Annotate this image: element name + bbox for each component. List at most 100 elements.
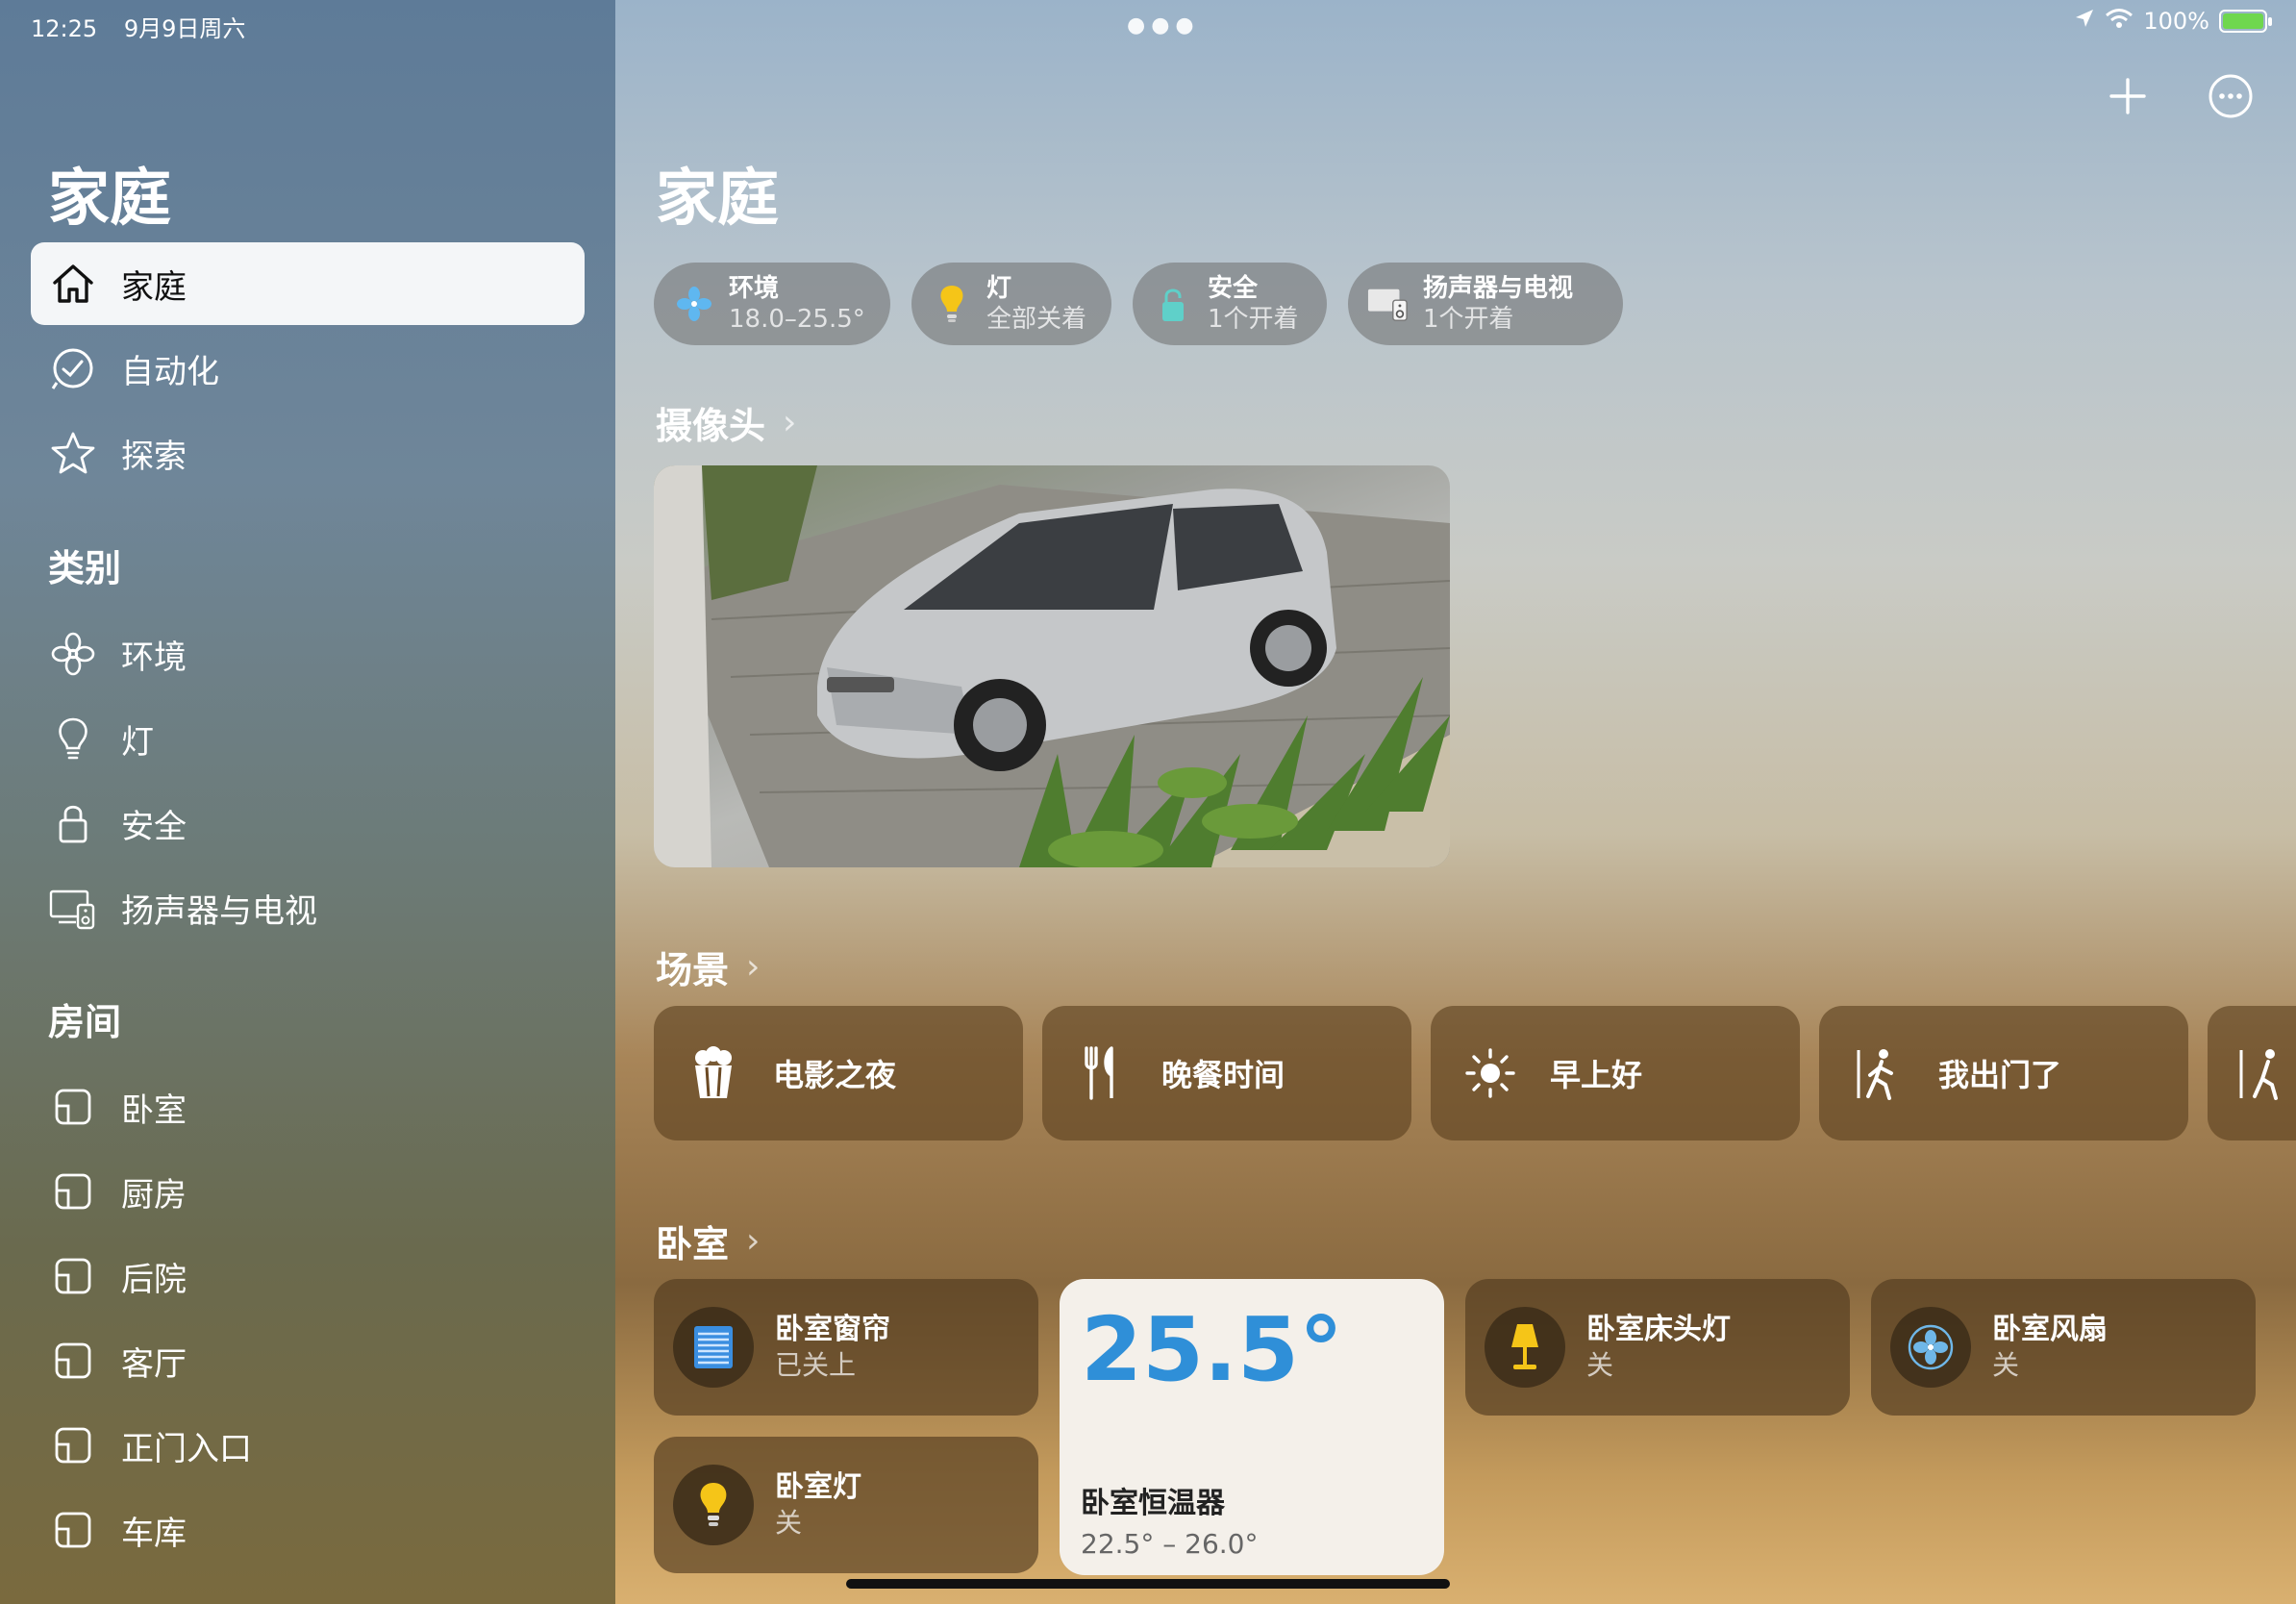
sidebar-item-label: 探索 [121,437,187,476]
sidebar-item-room-garage[interactable]: 车库 [31,1489,585,1571]
scene-label: 我出门了 [1938,1057,2062,1093]
sidebar-item-room-backyard[interactable]: 后院 [31,1235,585,1317]
section-title: 摄像头 [656,405,766,447]
chip-title: 安全 [1208,274,1259,303]
more-button[interactable] [2202,67,2259,125]
tile-name: 卧室床头灯 [1586,1313,1731,1346]
sidebar-item-label: 环境 [121,638,187,677]
bedroom-section-header[interactable]: 卧室 › [656,1215,760,1267]
chip-title: 灯 [986,274,1012,303]
sidebar-item-label: 家庭 [121,267,187,307]
cameras-section-header[interactable]: 摄像头 › [656,396,796,449]
battery-percent: 100% [2143,8,2209,35]
speaker-tv-icon [46,881,100,935]
sidebar-item-speakers-tv[interactable]: 扬声器与电视 [31,866,585,949]
status-time: 12:25 [31,15,98,42]
rooms-heading: 房间 [48,1001,122,1043]
scene-movie-night[interactable]: 电影之夜 [654,1006,1023,1140]
plus-icon [2109,78,2146,114]
tile-status: 关 [775,1507,803,1539]
sidebar-item-room-living[interactable]: 客厅 [31,1319,585,1402]
sidebar-item-discover[interactable]: 探索 [31,412,585,494]
scene-label: 早上好 [1550,1057,1643,1093]
lock-icon [46,796,100,850]
blinds-icon [673,1307,754,1388]
tile-name: 卧室灯 [775,1470,861,1504]
tile-bedroom-fan[interactable]: 卧室风扇关 [1871,1279,2256,1416]
sidebar-item-room-kitchen[interactable]: 厨房 [31,1150,585,1233]
scenes-section-header[interactable]: 场景 › [656,940,760,993]
tile-bedroom-thermostat[interactable]: 25.5° 卧室恒温器 22.5° – 26.0° [1060,1279,1444,1575]
location-icon [2074,8,2095,35]
tile-bedroom-light[interactable]: 卧室灯关 [654,1437,1038,1573]
page-title: 家庭 [656,163,779,235]
room-icon [46,1334,100,1388]
status-date: 9月9日周六 [123,15,246,42]
chevron-right-icon: › [746,1221,761,1261]
camera-feed[interactable] [654,465,1450,867]
thermostat-range: 22.5° – 26.0° [1081,1528,1259,1560]
sidebar-item-security[interactable]: 安全 [31,782,585,865]
speaker-tv-icon [1367,283,1410,325]
sidebar-item-room-bedroom[interactable]: 卧室 [31,1065,585,1148]
fan-icon [1890,1307,1971,1388]
tile-status: 关 [1992,1349,2020,1381]
room-icon [46,1418,100,1472]
chip-subtitle: 18.0–25.5° [729,305,865,334]
chip-speakers-tv[interactable]: 扬声器与电视 1个开着 [1348,263,1623,345]
scene-good-morning[interactable]: 早上好 [1431,1006,1800,1140]
sidebar-item-automation[interactable]: 自动化 [31,327,585,410]
room-icon [46,1165,100,1218]
ellipsis-circle-icon [2209,74,2253,118]
lightbulb-icon [931,283,973,325]
chip-security[interactable]: 安全 1个开着 [1133,263,1327,345]
tile-bedroom-blinds[interactable]: 卧室窗帘 已关上 [654,1279,1038,1416]
tile-bedroom-bedside-lamp[interactable]: 卧室床头灯关 [1465,1279,1850,1416]
sidebar-item-lights[interactable]: 灯 [31,697,585,780]
lamp-icon [1485,1307,1565,1388]
scene-leaving-home[interactable]: 我出门了 [1819,1006,2188,1140]
wifi-icon [2105,8,2134,35]
multitasking-dots[interactable]: ●●● [1127,13,1200,38]
sidebar-item-label: 客厅 [121,1344,187,1384]
lightbulb-icon [46,712,100,765]
lightbulb-icon [673,1465,754,1545]
section-title: 卧室 [656,1223,730,1266]
lock-icon [1152,283,1194,325]
scene-partial-next[interactable] [2208,1006,2296,1140]
scene-label: 电影之夜 [773,1057,897,1093]
sidebar-item-label: 正门入口 [121,1429,252,1468]
popcorn-icon [686,1046,740,1100]
scene-dinner-time[interactable]: 晚餐时间 [1042,1006,1411,1140]
fan-icon [46,627,100,681]
room-icon [46,1503,100,1557]
walk-out-icon [1852,1046,1906,1100]
home-indicator[interactable] [846,1579,1450,1589]
status-bar-right: 100% [2074,8,2272,35]
room-icon [46,1080,100,1134]
sidebar-item-label: 安全 [121,807,187,846]
add-button[interactable] [2099,67,2157,125]
sun-icon [1463,1046,1517,1100]
chip-title: 环境 [729,274,780,303]
sidebar-item-label: 车库 [121,1514,187,1553]
chip-climate[interactable]: 环境 18.0–25.5° [654,263,890,345]
tile-name: 卧室风扇 [1992,1313,2108,1346]
sidebar-item-room-entrance[interactable]: 正门入口 [31,1404,585,1487]
fan-icon [673,283,715,325]
chip-title: 扬声器与电视 [1423,274,1574,303]
sidebar-item-label: 扬声器与电视 [121,891,317,931]
sidebar-item-home[interactable]: 家庭 [31,242,585,325]
tile-name: 卧室窗帘 [775,1313,890,1346]
sidebar-title: 家庭 [48,163,171,235]
section-title: 场景 [656,949,730,991]
chip-lights[interactable]: 灯全部关着 [911,263,1111,345]
tile-status: 关 [1586,1349,1614,1381]
sidebar-item-label: 厨房 [121,1175,187,1215]
scene-label: 晚餐时间 [1161,1057,1285,1093]
chevron-right-icon: › [746,947,761,987]
chip-subtitle: 1个开着 [1208,305,1299,334]
sidebar-item-climate[interactable]: 环境 [31,613,585,695]
fork-knife-icon [1075,1046,1129,1100]
sidebar-item-label: 自动化 [121,352,219,391]
